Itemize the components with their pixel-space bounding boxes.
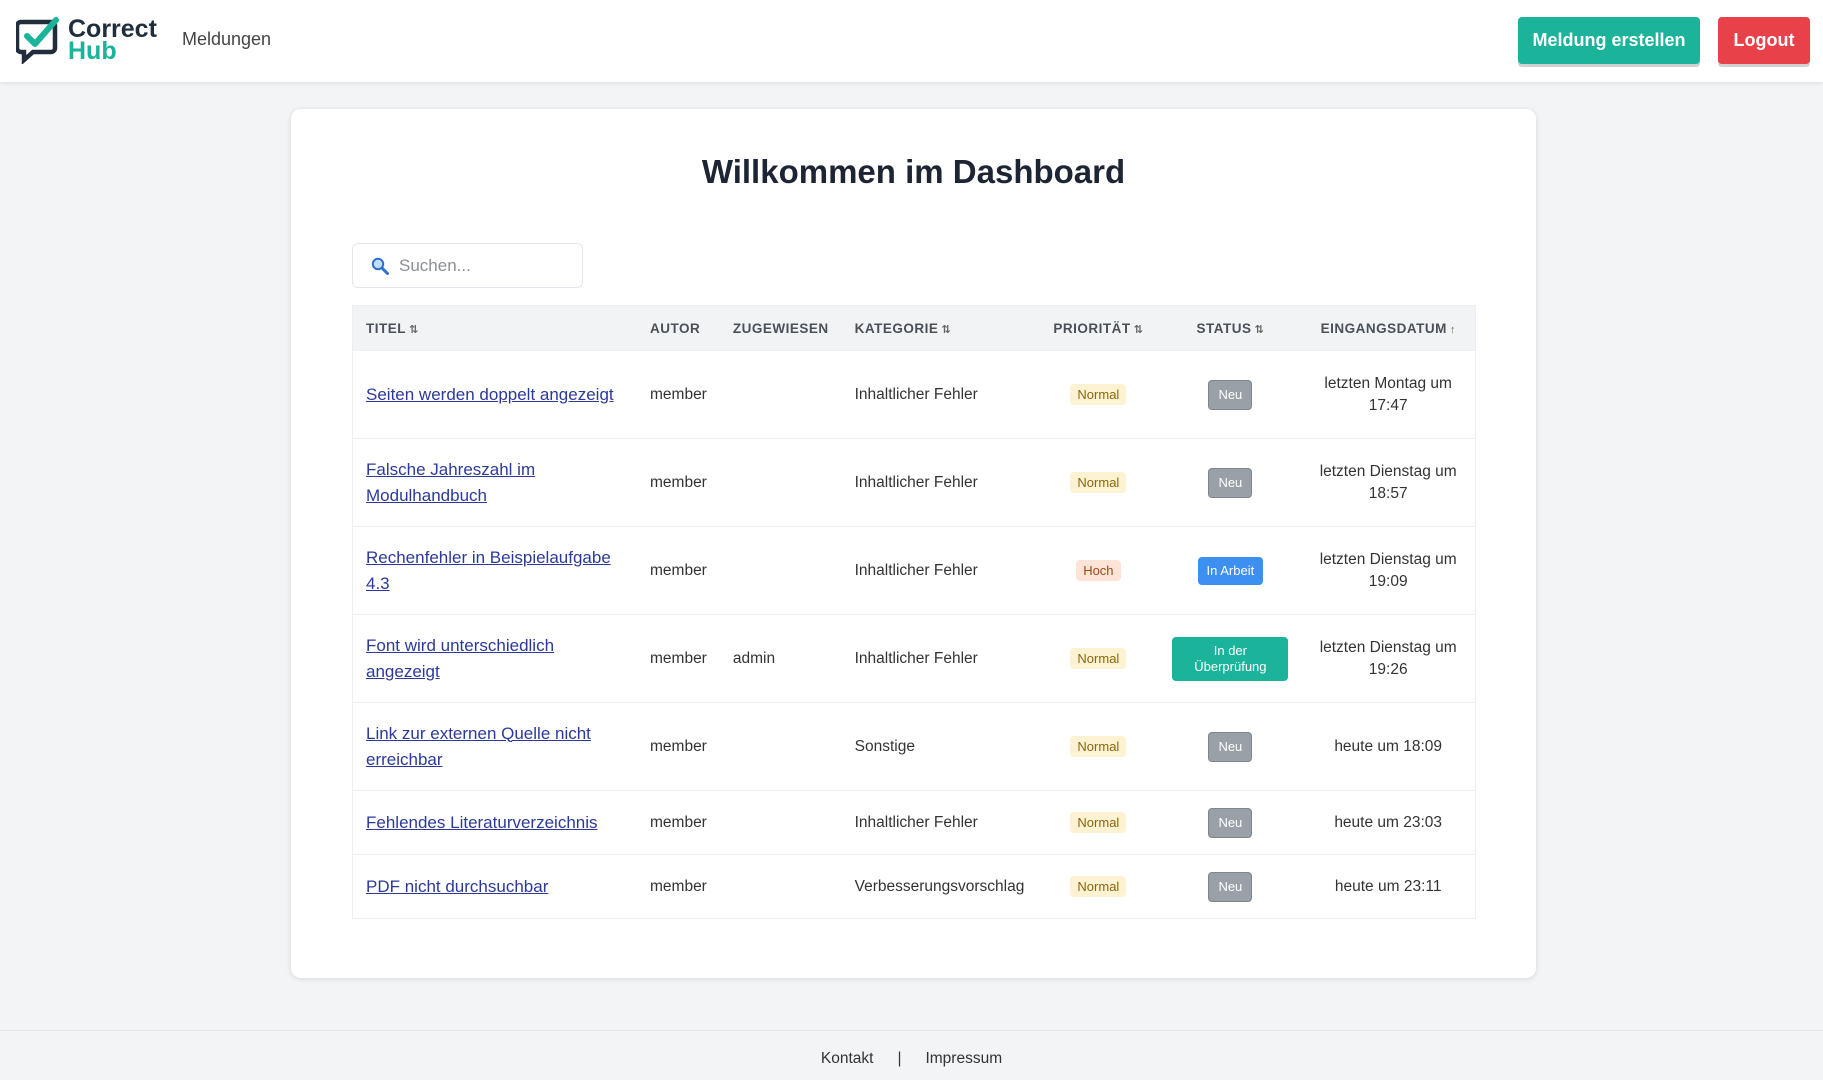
status-badge: In der Überprüfung xyxy=(1172,636,1289,681)
logout-button[interactable]: Logout xyxy=(1718,17,1810,64)
report-title-link[interactable]: Fehlendes Literaturverzeichnis xyxy=(366,813,598,832)
col-header-titel-label: TITEL xyxy=(366,320,406,336)
col-header-prioritaet-label: PRIORITÄT xyxy=(1053,320,1131,336)
search-icon xyxy=(371,257,389,275)
footer-links: Kontakt | Impressum xyxy=(0,1050,1823,1068)
category-cell: Inhaltlicher Fehler xyxy=(841,614,1038,703)
date-cell: heute um 23:11 xyxy=(1334,877,1442,895)
date-cell: letzten Dienstag um 19:26 xyxy=(1319,638,1457,678)
author-cell: member xyxy=(637,350,720,439)
author-cell: member xyxy=(637,790,720,855)
col-header-eingangsdatum[interactable]: EINGANGSDATUM ↑ xyxy=(1301,305,1476,351)
priority-badge: Normal xyxy=(1070,812,1127,833)
report-title-link[interactable]: PDF nicht durchsuchbar xyxy=(366,877,548,896)
report-title-link[interactable]: Rechenfehler in Beispielaufgabe 4.3 xyxy=(366,548,611,593)
page-title: Willkommen im Dashboard xyxy=(701,153,1126,190)
col-header-eingangsdatum-label: EINGANGSDATUM xyxy=(1320,320,1447,336)
priority-badge: Normal xyxy=(1070,472,1127,493)
table-row: Falsche Jahreszahl im Modulhandbuch memb… xyxy=(352,438,1476,527)
priority-badge: Normal xyxy=(1070,876,1127,897)
date-cell: heute um 18:09 xyxy=(1334,737,1443,755)
category-cell: Inhaltlicher Fehler xyxy=(841,438,1038,527)
table-header-row: TITEL ⇅ AUTOR ZUGEWIESEN KATEGORIE ⇅ PRIOR… xyxy=(352,305,1476,351)
assigned-cell xyxy=(719,438,842,527)
search-input[interactable] xyxy=(397,254,571,277)
top-navbar: Correct Hub Meldungen Meldung erstellen … xyxy=(0,0,1823,82)
table-row: Font wird unterschiedlich angezeigt memb… xyxy=(352,614,1476,703)
priority-badge: Normal xyxy=(1070,736,1127,757)
col-header-zugewiesen: ZUGEWIESEN xyxy=(719,305,842,351)
col-header-prioritaet[interactable]: PRIORITÄT ⇅ xyxy=(1037,305,1160,351)
author-cell: member xyxy=(637,438,720,527)
footer-separator: | xyxy=(897,1050,902,1067)
sort-icon: ⇅ xyxy=(409,323,419,336)
category-cell: Inhaltlicher Fehler xyxy=(841,526,1038,615)
status-badge: Neu xyxy=(1208,871,1253,902)
assigned-cell xyxy=(719,702,842,791)
category-cell: Sonstige xyxy=(841,702,1038,791)
category-cell: Inhaltlicher Fehler xyxy=(841,790,1038,855)
author-cell: member xyxy=(637,854,720,919)
category-cell: Verbesserungsvorschlag xyxy=(841,854,1038,919)
priority-badge: Normal xyxy=(1070,384,1127,405)
author-cell: member xyxy=(637,526,720,615)
status-badge: In Arbeit xyxy=(1197,556,1264,585)
search-box[interactable] xyxy=(352,243,583,288)
priority-badge: Hoch xyxy=(1076,560,1121,581)
status-badge: Neu xyxy=(1208,807,1253,838)
col-header-kategorie-label: KATEGORIE xyxy=(854,320,939,336)
assigned-cell xyxy=(719,526,842,615)
status-badge: Neu xyxy=(1208,467,1253,498)
col-header-status[interactable]: STATUS ⇅ xyxy=(1159,305,1302,351)
report-title-link[interactable]: Seiten werden doppelt angezeigt xyxy=(366,385,614,404)
author-cell: member xyxy=(637,614,720,703)
create-report-button[interactable]: Meldung erstellen xyxy=(1518,17,1700,64)
assigned-cell xyxy=(719,790,842,855)
sort-icon: ⇅ xyxy=(941,323,952,336)
logo-line-2: Hub xyxy=(68,37,117,65)
report-title-link[interactable]: Falsche Jahreszahl im Modulhandbuch xyxy=(366,460,535,505)
assigned-cell xyxy=(719,854,842,919)
author-cell: member xyxy=(637,702,720,791)
assigned-cell: admin xyxy=(719,614,842,703)
report-title-link[interactable]: Font wird unterschiedlich angezeigt xyxy=(366,636,554,681)
table-row: Rechenfehler in Beispielaufgabe 4.3 memb… xyxy=(352,526,1476,615)
table-row: Fehlendes Literaturverzeichnis member In… xyxy=(352,790,1476,855)
footer-kontakt-link[interactable]: Kontakt xyxy=(821,1050,874,1067)
dashboard-card: Willkommen im Dashboard TITEL⇅ AUTOR ZUG… xyxy=(291,109,1536,978)
logo[interactable]: Correct Hub xyxy=(16,14,157,66)
logo-text: Correct Hub xyxy=(68,17,157,65)
date-cell: heute um 23:03 xyxy=(1334,813,1443,831)
status-badge: Neu xyxy=(1208,731,1253,762)
table-row: PDF nicht durchsuchbar member Verbesseru… xyxy=(352,854,1476,919)
priority-badge: Normal xyxy=(1070,648,1127,669)
col-header-titel[interactable]: TITEL ⇅ xyxy=(352,305,637,351)
date-cell: letzten Montag um 17:47 xyxy=(1324,374,1452,414)
sort-icon: ⇅ xyxy=(1254,323,1265,336)
col-header-autor-label: AUTOR xyxy=(650,320,701,336)
date-cell: letzten Dienstag um 19:09 xyxy=(1319,550,1457,590)
col-header-autor: AUTOR xyxy=(637,305,720,351)
status-badge: Neu xyxy=(1208,379,1253,410)
table-row: Link zur externen Quelle nicht erreichba… xyxy=(352,702,1476,791)
col-header-kategorie[interactable]: KATEGORIE ⇅ xyxy=(841,305,1038,351)
category-cell: Inhaltlicher Fehler xyxy=(841,350,1038,439)
date-cell: letzten Dienstag um 18:57 xyxy=(1319,462,1457,502)
col-header-status-label: STATUS xyxy=(1196,320,1252,336)
col-header-zugewiesen-label: ZUGEWIESEN xyxy=(732,320,829,336)
footer: Kontakt | Impressum xyxy=(0,1030,1823,1080)
check-bubble-icon xyxy=(16,17,59,64)
sort-asc-icon: ↑ xyxy=(1449,323,1456,336)
footer-impressum-link[interactable]: Impressum xyxy=(925,1050,1002,1067)
assigned-cell xyxy=(719,350,842,439)
report-title-link[interactable]: Link zur externen Quelle nicht erreichba… xyxy=(366,724,591,769)
table-row: Seiten werden doppelt angezeigt member I… xyxy=(352,350,1476,439)
nav-meldungen-link[interactable]: Meldungen xyxy=(182,29,271,50)
sort-icon: ⇅ xyxy=(1133,323,1144,336)
reports-table: TITEL ⇅ AUTOR ZUGEWIESEN KATEGORIE ⇅ PRIOR… xyxy=(352,305,1476,919)
